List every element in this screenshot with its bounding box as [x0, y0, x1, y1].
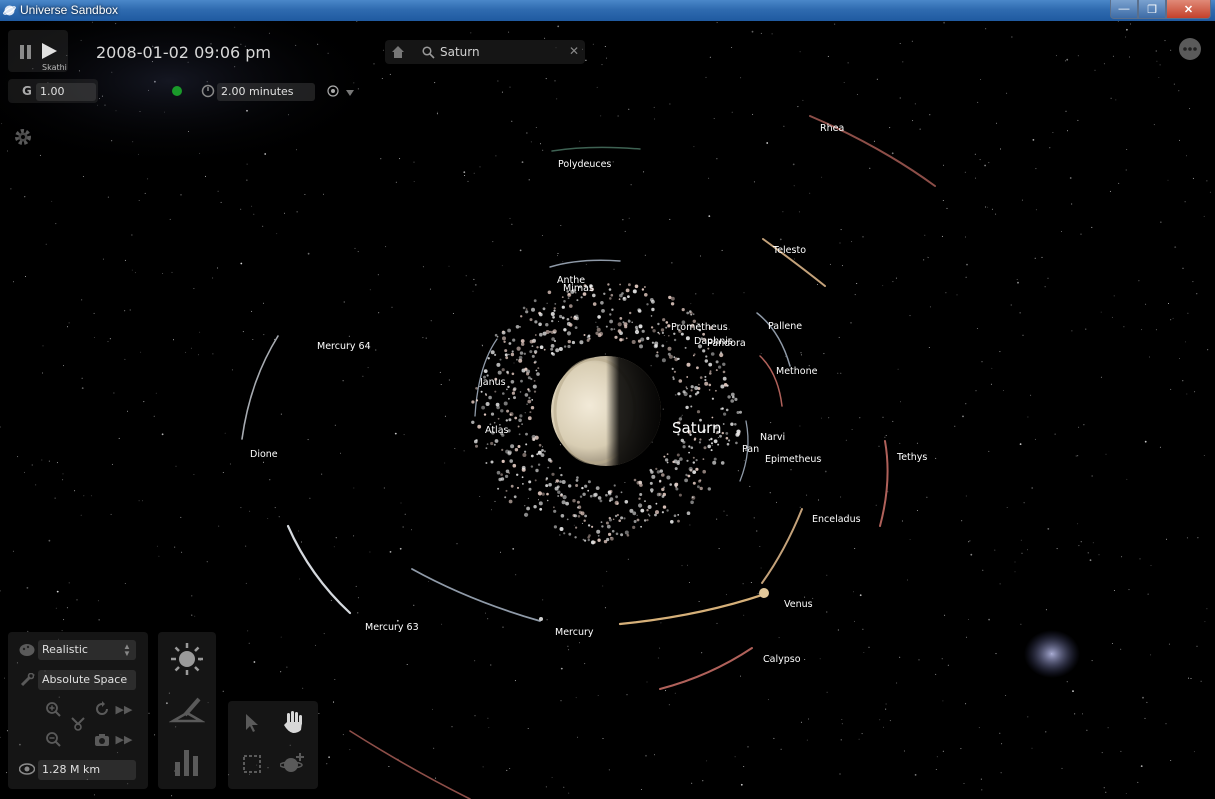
home-icon [392, 46, 404, 58]
stats-button[interactable] [168, 741, 206, 779]
play-icon [42, 43, 57, 59]
simulation-viewport[interactable]: Rhea Polydeuces Telesto Anthe Mimas Merc… [0, 21, 1215, 799]
moon-label-atlas[interactable]: Atlas [485, 425, 509, 436]
galaxy-blob [1024, 630, 1080, 678]
gravity-label: G [22, 84, 32, 98]
search-icon [420, 44, 436, 60]
zoom-out-button[interactable] [44, 730, 62, 748]
title-bar: Universe Sandbox — ❐ ✕ [0, 0, 1215, 21]
sun-icon [171, 643, 203, 675]
camera-button[interactable] [93, 731, 111, 749]
add-body-button[interactable] [279, 750, 307, 776]
moon-label-prometheus[interactable]: Prometheus [671, 322, 728, 333]
play-button[interactable] [38, 40, 60, 62]
minimize-button[interactable]: — [1110, 0, 1138, 19]
fast-forward-icon[interactable]: ▶▶ [114, 702, 134, 716]
palette-icon [18, 641, 36, 659]
app-icon [3, 5, 16, 16]
gravity-input[interactable]: 1.00 [36, 83, 96, 101]
maximize-button[interactable]: ❐ [1138, 0, 1166, 19]
box-select-icon [243, 755, 261, 773]
fast-forward-icon[interactable]: ▶▶ [114, 732, 134, 746]
moon-label-mimas[interactable]: Mimas [563, 283, 594, 294]
moon-label-pallene[interactable]: Pallene [768, 321, 802, 332]
pause-button[interactable] [16, 42, 36, 62]
box-select-button[interactable] [240, 752, 264, 776]
camera-icon [95, 734, 109, 746]
pointer-icon [246, 714, 258, 732]
space-mode-select[interactable]: Absolute Space [38, 670, 136, 690]
zoom-in-button[interactable] [44, 700, 62, 718]
window-title: Universe Sandbox [20, 3, 119, 17]
wrench-icon [18, 671, 36, 689]
eye-icon [18, 761, 36, 777]
target-icon[interactable] [326, 84, 340, 98]
hand-icon [284, 711, 302, 733]
moon-label-methone[interactable]: Methone [776, 366, 818, 377]
chevron-down-icon[interactable] [345, 88, 355, 98]
planet-label-mercury[interactable]: Mercury [555, 627, 594, 638]
settings-button[interactable] [12, 126, 34, 148]
rotate-icon [96, 701, 108, 715]
select-tool-button[interactable] [240, 711, 264, 735]
pause-icon [20, 45, 31, 59]
moon-label-janus[interactable]: Janus [479, 377, 506, 388]
moon-label-pan[interactable]: Pan [742, 444, 759, 455]
moon-label-epimetheus[interactable]: Epimetheus [765, 454, 821, 465]
telescope-button[interactable] [68, 714, 88, 734]
focus-object-label: Skathi [42, 63, 67, 72]
gear-icon [15, 129, 31, 145]
mercury-body[interactable] [539, 617, 543, 621]
moon-label-enceladus[interactable]: Enceladus [812, 514, 861, 525]
status-indicator [170, 84, 184, 98]
moon-label-telesto[interactable]: Telesto [772, 245, 806, 256]
close-window-button[interactable]: ✕ [1166, 0, 1211, 19]
zoom-out-icon [46, 732, 61, 747]
select-arrows-icon: ▲ ▼ [123, 642, 131, 658]
simulation-date-time: 2008-01-02 09:06 pm [96, 43, 272, 62]
more-menu-button[interactable] [1177, 36, 1203, 62]
draw-tool-button[interactable] [168, 691, 206, 729]
saturn-planet[interactable] [551, 356, 661, 466]
timer-icon [200, 83, 216, 99]
time-step-input[interactable]: 2.00 minutes [217, 83, 315, 101]
sun-button[interactable] [168, 640, 206, 678]
moon-label-tethys[interactable]: Tethys [896, 452, 927, 463]
pan-tool-button[interactable] [280, 709, 306, 735]
zoom-in-icon [46, 702, 61, 717]
bar-chart-icon [175, 750, 198, 776]
telescope-icon [71, 717, 85, 731]
search-clear-button[interactable]: ✕ [567, 44, 581, 58]
moon-label-pandora[interactable]: Pandora [707, 338, 746, 349]
rotate-button[interactable] [93, 700, 111, 718]
add-planet-icon [280, 753, 304, 772]
venus-body[interactable] [759, 588, 769, 598]
home-button[interactable] [390, 44, 406, 60]
moon-label-rhea[interactable]: Rhea [820, 123, 844, 134]
moon-label-calypso[interactable]: Calypso [763, 654, 801, 665]
moon-label-dione[interactable]: Dione [250, 449, 278, 460]
planet-label-saturn[interactable]: Saturn [672, 419, 722, 437]
more-icon [1179, 38, 1201, 60]
moon-label-narvi[interactable]: Narvi [760, 432, 785, 443]
moon-label-mercury-64[interactable]: Mercury 64 [317, 341, 371, 352]
pencil-icon [169, 697, 205, 723]
search-bar [385, 40, 585, 64]
moon-label-polydeuces[interactable]: Polydeuces [558, 159, 611, 170]
moon-label-mercury-63[interactable]: Mercury 63 [365, 622, 419, 633]
search-input[interactable]: Saturn [440, 45, 480, 59]
planet-label-venus[interactable]: Venus [784, 599, 813, 610]
view-distance-field[interactable]: 1.28 M km [38, 760, 136, 780]
